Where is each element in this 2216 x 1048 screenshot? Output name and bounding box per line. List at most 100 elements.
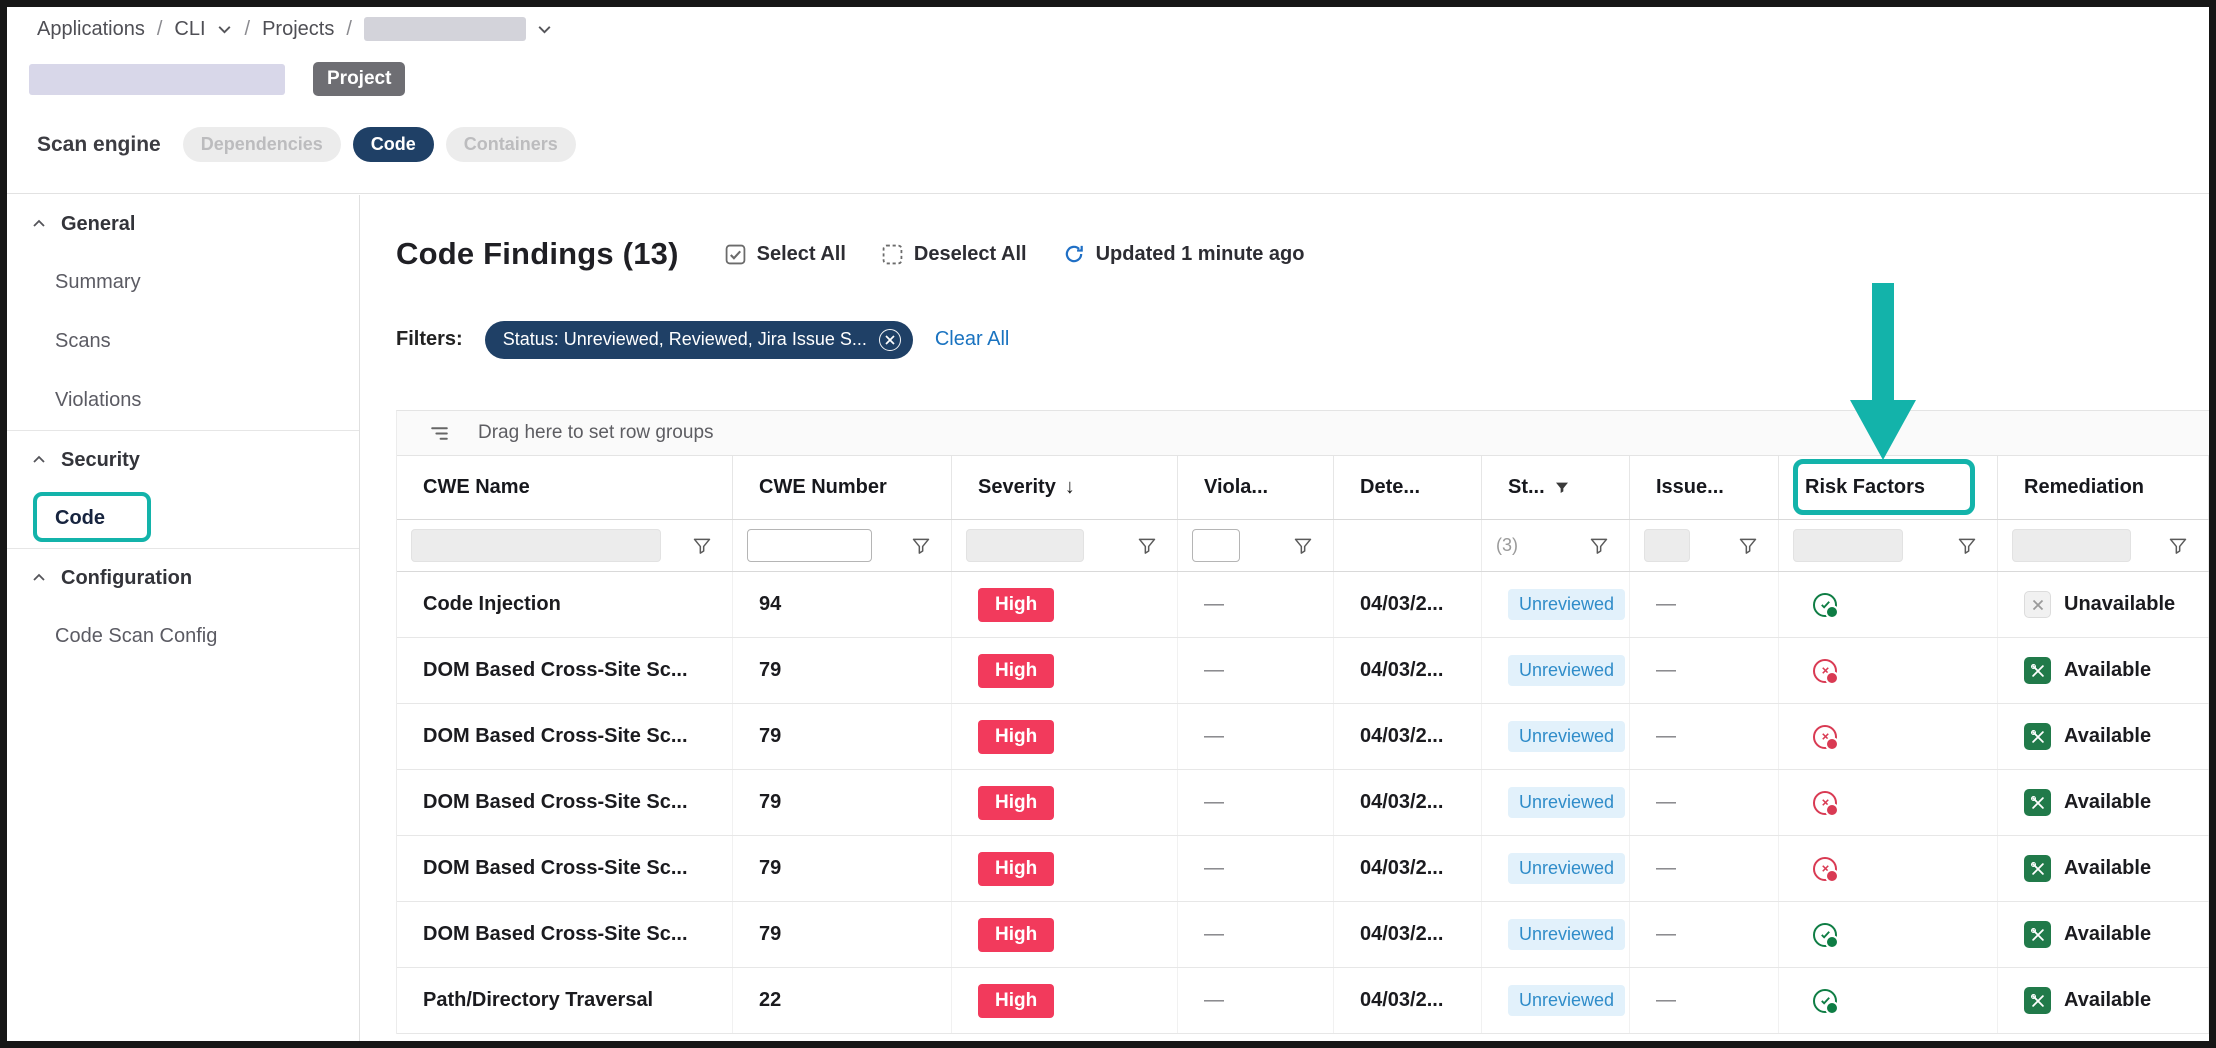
filter-funnel-icon[interactable]: [1957, 536, 1977, 556]
column-header-risk-factors[interactable]: Risk Factors: [1779, 456, 1998, 519]
table-row[interactable]: DOM Based Cross-Site Sc...79High—04/03/2…: [397, 836, 2209, 902]
severity-badge: High: [978, 852, 1054, 886]
status-badge: Unreviewed: [1508, 721, 1625, 752]
sidebar-item-code-scan-config[interactable]: Code Scan Config: [7, 607, 359, 666]
row-group-drop-zone[interactable]: Drag here to set row groups: [397, 411, 2209, 456]
column-header-status[interactable]: St...: [1482, 456, 1630, 519]
cwe-number-cell: 79: [733, 704, 952, 769]
column-header-violations[interactable]: Viola...: [1178, 456, 1334, 519]
table-row[interactable]: Code Injection94High—04/03/2...Unreviewe…: [397, 572, 2209, 638]
risk-factors-cell: [1779, 572, 1998, 637]
table-row[interactable]: Path/Directory Traversal22High—04/03/2..…: [397, 968, 2209, 1034]
remediation-label: Available: [2064, 725, 2151, 748]
status-filter-chip[interactable]: Status: Unreviewed, Reviewed, Jira Issue…: [485, 321, 913, 359]
cwe-name-cell: DOM Based Cross-Site Sc...: [397, 902, 733, 967]
issue-cell: —: [1630, 836, 1779, 901]
severity-cell: High: [952, 572, 1178, 637]
cwe-name-cell: Path/Directory Traversal: [397, 968, 733, 1033]
cwe-number-cell: 79: [733, 836, 952, 901]
breadcrumb-applications[interactable]: Applications: [37, 18, 145, 41]
filter-funnel-icon[interactable]: [1293, 536, 1313, 556]
checkbox-dashed-icon: [882, 244, 903, 265]
scan-engine-tab-code[interactable]: Code: [353, 127, 434, 162]
issue-cell: —: [1630, 770, 1779, 835]
table-row[interactable]: DOM Based Cross-Site Sc...79High—04/03/2…: [397, 704, 2209, 770]
filter-funnel-icon[interactable]: [1738, 536, 1758, 556]
chevron-up-icon: [31, 216, 47, 232]
checkbox-checked-icon: [725, 244, 746, 265]
status-cell: Unreviewed: [1482, 836, 1630, 901]
column-header-issue[interactable]: Issue...: [1630, 456, 1779, 519]
column-header-severity[interactable]: Severity↓: [952, 456, 1178, 519]
clear-all-filters-link[interactable]: Clear All: [935, 328, 1009, 351]
breadcrumb: Applications / CLI / Projects /: [37, 17, 553, 41]
status-filter-count[interactable]: (3): [1496, 535, 1518, 556]
scan-engine-tab-dependencies[interactable]: Dependencies: [183, 127, 341, 162]
chevron-down-icon[interactable]: [536, 21, 553, 38]
filter-funnel-icon[interactable]: [1589, 536, 1609, 556]
remediation-available-icon: [2024, 723, 2051, 750]
select-all-button[interactable]: Select All: [725, 243, 846, 266]
sidebar-item-code[interactable]: Code: [7, 489, 359, 548]
severity-cell: High: [952, 770, 1178, 835]
remediation-available-icon: [2024, 855, 2051, 882]
risk-factor-icon-green[interactable]: [1813, 593, 1837, 617]
violations-filter-input[interactable]: [1192, 529, 1240, 562]
column-header-cwe-name[interactable]: CWE Name: [397, 456, 733, 519]
sidebar: General Summary Scans Violations Securit…: [7, 195, 360, 1041]
risk-factors-filter-input[interactable]: [1793, 529, 1903, 562]
cwe-number-filter-input[interactable]: [747, 529, 872, 562]
issue-cell: —: [1630, 572, 1779, 637]
remediation-available-icon: [2024, 789, 2051, 816]
filter-cell-cwe-number: [733, 520, 952, 571]
scan-engine-tab-containers[interactable]: Containers: [446, 127, 576, 162]
issue-cell: —: [1630, 704, 1779, 769]
sidebar-section-general[interactable]: General: [7, 195, 359, 253]
cwe-number-cell: 94: [733, 572, 952, 637]
filter-funnel-icon[interactable]: [911, 536, 931, 556]
remediation-cell: Available: [1998, 770, 2209, 835]
filter-funnel-icon[interactable]: [2168, 536, 2188, 556]
table-row[interactable]: DOM Based Cross-Site Sc...79High—04/03/2…: [397, 638, 2209, 704]
severity-cell: High: [952, 902, 1178, 967]
filter-cell-status: (3): [1482, 520, 1630, 571]
risk-factor-icon-red[interactable]: [1813, 791, 1837, 815]
cwe-name-filter-input[interactable]: [411, 529, 661, 562]
column-header-cwe-number[interactable]: CWE Number: [733, 456, 952, 519]
detected-date-cell: 04/03/2...: [1334, 770, 1482, 835]
breadcrumb-projects[interactable]: Projects: [262, 18, 334, 41]
filter-funnel-icon[interactable]: [1137, 536, 1157, 556]
findings-table: Drag here to set row groups CWE Name CWE…: [396, 410, 2209, 1034]
column-header-detected[interactable]: Dete...: [1334, 456, 1482, 519]
risk-factor-icon-red[interactable]: [1813, 659, 1837, 683]
table-row[interactable]: DOM Based Cross-Site Sc...79High—04/03/2…: [397, 902, 2209, 968]
deselect-all-button[interactable]: Deselect All: [882, 243, 1027, 266]
refresh-button[interactable]: Updated 1 minute ago: [1063, 243, 1305, 266]
severity-filter-input[interactable]: [966, 529, 1084, 562]
chevron-down-icon[interactable]: [216, 21, 233, 38]
issue-cell: —: [1630, 902, 1779, 967]
violations-cell: —: [1178, 968, 1334, 1033]
status-badge: Unreviewed: [1508, 985, 1625, 1016]
filter-funnel-icon[interactable]: [692, 536, 712, 556]
table-header-row: CWE Name CWE Number Severity↓ Viola... D…: [397, 456, 2209, 520]
column-header-remediation[interactable]: Remediation: [1998, 456, 2209, 519]
violations-cell: —: [1178, 638, 1334, 703]
issue-filter-input[interactable]: [1644, 529, 1690, 562]
sidebar-item-summary[interactable]: Summary: [7, 253, 359, 312]
sidebar-section-configuration[interactable]: Configuration: [7, 549, 359, 607]
risk-factor-icon-green[interactable]: [1813, 923, 1837, 947]
cwe-number-cell: 79: [733, 902, 952, 967]
sidebar-item-violations[interactable]: Violations: [7, 371, 359, 430]
breadcrumb-cli[interactable]: CLI: [174, 18, 205, 41]
remediation-filter-input[interactable]: [2012, 529, 2131, 562]
risk-factor-icon-red[interactable]: [1813, 857, 1837, 881]
sidebar-item-scans[interactable]: Scans: [7, 312, 359, 371]
remove-filter-icon[interactable]: [879, 329, 901, 351]
table-row[interactable]: DOM Based Cross-Site Sc...79High—04/03/2…: [397, 770, 2209, 836]
remediation-label: Unavailable: [2064, 593, 2175, 616]
risk-factor-icon-green[interactable]: [1813, 989, 1837, 1013]
sidebar-section-security[interactable]: Security: [7, 431, 359, 489]
risk-factor-icon-red[interactable]: [1813, 725, 1837, 749]
severity-cell: High: [952, 968, 1178, 1033]
